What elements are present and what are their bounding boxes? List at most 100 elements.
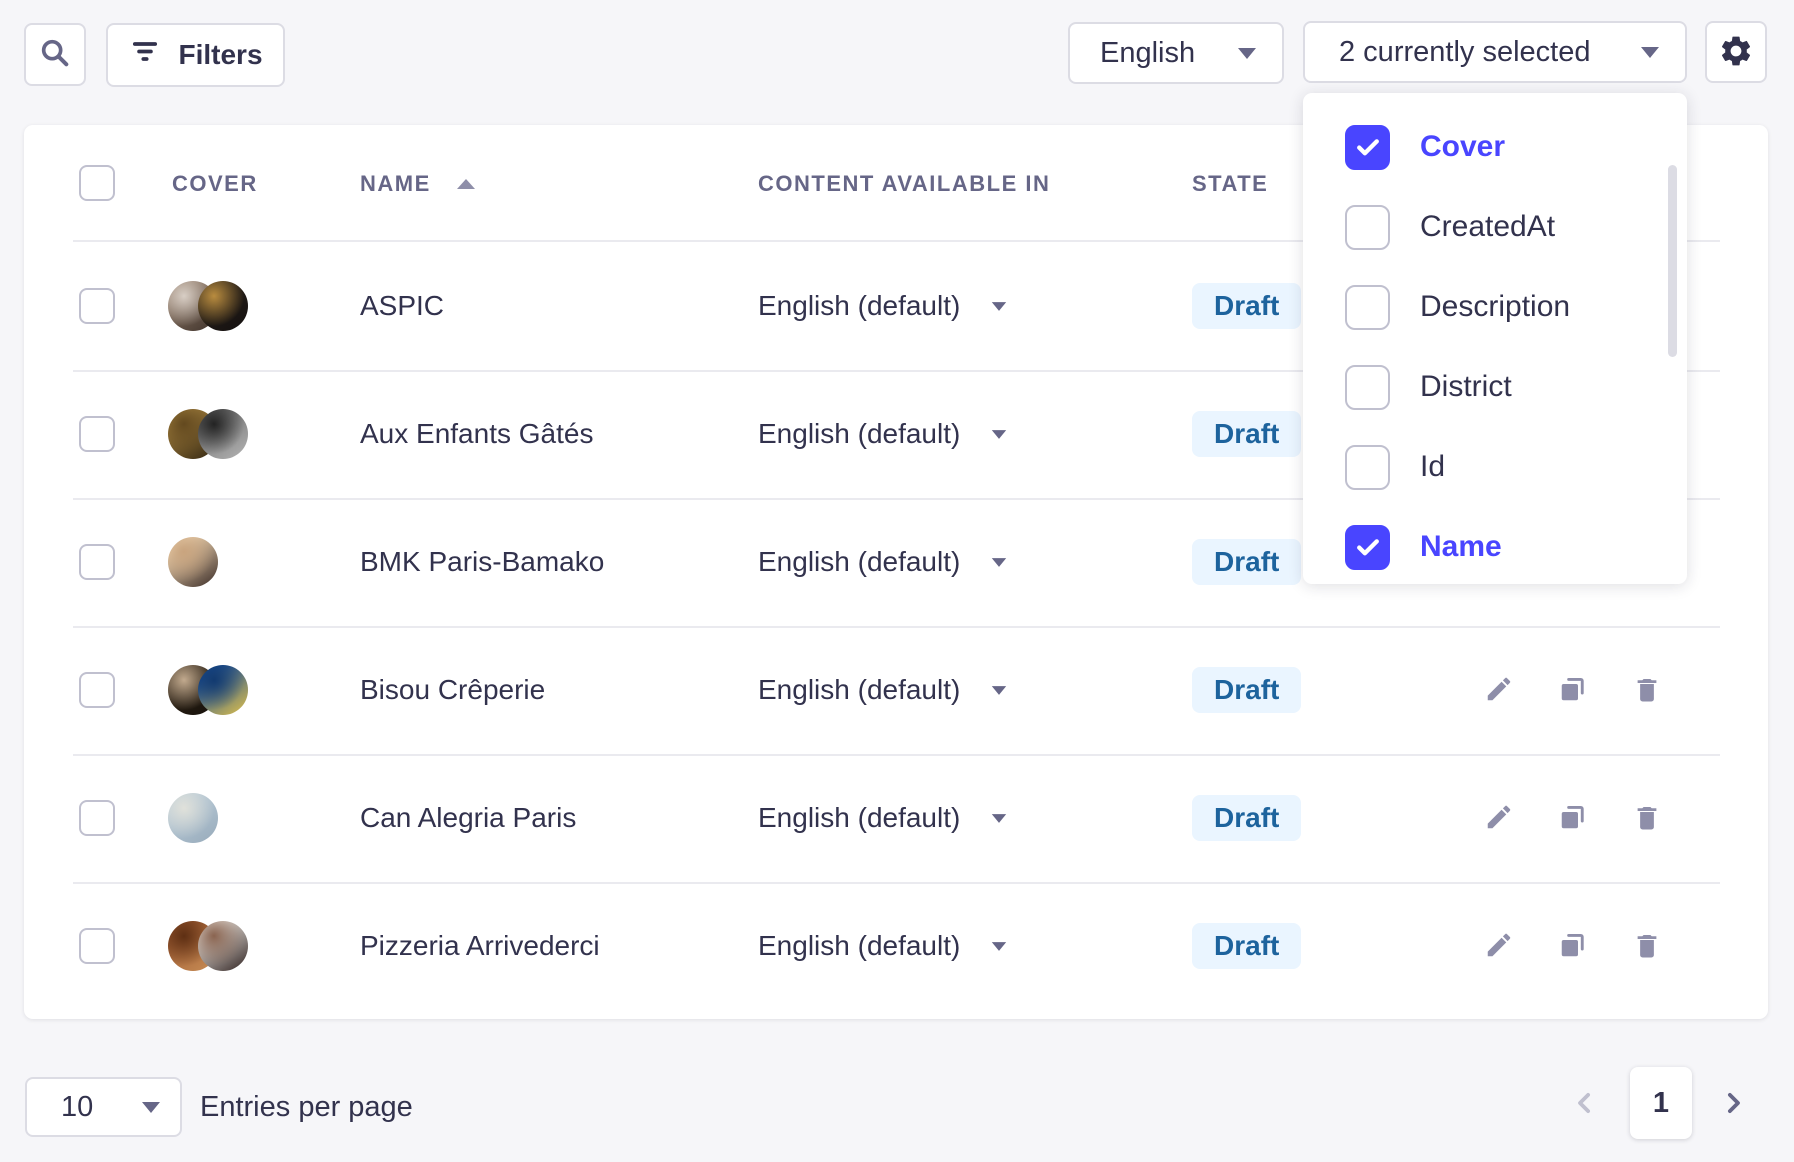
column-option-label: Cover: [1420, 130, 1505, 164]
table-row[interactable]: Bisou CrêperieEnglish (default)Draft: [24, 626, 1768, 754]
chevron-down-icon: [1641, 47, 1659, 58]
delete-button[interactable]: [1632, 930, 1662, 963]
row-checkbox[interactable]: [79, 928, 115, 964]
pagination-previous-button[interactable]: [1570, 1088, 1600, 1121]
filters-button[interactable]: Filters: [106, 23, 285, 87]
delete-button[interactable]: [1632, 674, 1662, 707]
column-option-label: Id: [1420, 450, 1445, 484]
state-badge: Draft: [1192, 283, 1301, 329]
column-option-label: Description: [1420, 290, 1570, 324]
column-header-cover[interactable]: COVER: [172, 125, 258, 242]
cover-avatar: [168, 793, 218, 843]
column-header-state[interactable]: STATE: [1192, 125, 1268, 242]
column-option-district[interactable]: District: [1303, 347, 1687, 427]
unchecked-checkbox[interactable]: [1345, 365, 1390, 410]
entry-name: ASPIC: [360, 242, 444, 370]
edit-button[interactable]: [1484, 930, 1514, 963]
locale-value: English (default): [758, 418, 960, 450]
column-option-label: CreatedAt: [1420, 210, 1555, 244]
column-option-label: Name: [1420, 530, 1502, 564]
locale-select[interactable]: English (default): [758, 626, 1008, 754]
state-badge: Draft: [1192, 923, 1301, 969]
sort-ascending-icon: [457, 179, 475, 189]
locale-select[interactable]: English (default): [758, 498, 1008, 626]
cover-avatar: [198, 665, 248, 715]
content-manager-page: Filters English 2 currently selected COV…: [0, 0, 1794, 1162]
duplicate-button[interactable]: [1558, 674, 1588, 707]
chevron-down-icon: [992, 942, 1006, 951]
row-checkbox[interactable]: [79, 544, 115, 580]
pagination-page-1[interactable]: 1: [1630, 1067, 1692, 1139]
locale-value: English (default): [758, 674, 960, 706]
row-checkbox[interactable]: [79, 800, 115, 836]
column-option-description[interactable]: Description: [1303, 267, 1687, 347]
locale-select[interactable]: English (default): [758, 882, 1008, 1010]
duplicate-button[interactable]: [1558, 802, 1588, 835]
search-button[interactable]: [24, 23, 86, 86]
row-checkbox[interactable]: [79, 288, 115, 324]
column-option-cover[interactable]: Cover: [1303, 107, 1687, 187]
locale-value: English (default): [758, 546, 960, 578]
entry-name: Pizzeria Arrivederci: [360, 882, 600, 1010]
dropdown-scrollbar[interactable]: [1668, 165, 1677, 357]
checked-checkbox[interactable]: [1345, 525, 1390, 570]
locale-select[interactable]: English (default): [758, 242, 1008, 370]
row-actions: [1484, 882, 1662, 1010]
cover-avatar: [198, 409, 248, 459]
page-size-select[interactable]: 10: [25, 1077, 182, 1137]
column-picker-value: 2 currently selected: [1339, 36, 1590, 69]
state-badge: Draft: [1192, 539, 1301, 585]
entry-name: Aux Enfants Gâtés: [360, 370, 593, 498]
delete-button[interactable]: [1632, 802, 1662, 835]
gear-icon: [1718, 33, 1754, 72]
row-actions: [1484, 754, 1662, 882]
chevron-left-icon: [1570, 1088, 1600, 1121]
pagination-next-button[interactable]: [1718, 1088, 1748, 1121]
column-picker-select[interactable]: 2 currently selected: [1303, 21, 1687, 83]
column-option-name[interactable]: Name: [1303, 507, 1687, 587]
table-row[interactable]: Can Alegria ParisEnglish (default)Draft: [24, 754, 1768, 882]
cover-avatar: [198, 921, 248, 971]
chevron-down-icon: [992, 558, 1006, 567]
chevron-down-icon: [992, 686, 1006, 695]
column-header-content-available-in[interactable]: CONTENT AVAILABLE IN: [758, 125, 1050, 242]
duplicate-icon: [1558, 674, 1588, 707]
row-checkbox[interactable]: [79, 416, 115, 452]
duplicate-button[interactable]: [1558, 930, 1588, 963]
filter-icon: [128, 35, 162, 76]
unchecked-checkbox[interactable]: [1345, 445, 1390, 490]
state-badge: Draft: [1192, 411, 1301, 457]
column-picker-dropdown: Cover CreatedAt Description District Id Name: [1303, 93, 1687, 584]
chevron-down-icon: [992, 302, 1006, 311]
checked-checkbox[interactable]: [1345, 125, 1390, 170]
chevron-right-icon: [1718, 1088, 1748, 1121]
locale-select[interactable]: English (default): [758, 754, 1008, 882]
search-icon: [38, 36, 72, 73]
select-all-checkbox[interactable]: [79, 165, 115, 201]
column-option-label: District: [1420, 370, 1512, 404]
column-option-createdat[interactable]: CreatedAt: [1303, 187, 1687, 267]
chevron-down-icon: [992, 814, 1006, 823]
cover-avatar: [168, 537, 218, 587]
row-checkbox[interactable]: [79, 672, 115, 708]
locale-value: English (default): [758, 290, 960, 322]
pencil-icon: [1484, 674, 1514, 707]
column-option-id[interactable]: Id: [1303, 427, 1687, 507]
trash-icon: [1632, 802, 1662, 835]
locale-select[interactable]: English (default): [758, 370, 1008, 498]
edit-button[interactable]: [1484, 674, 1514, 707]
edit-button[interactable]: [1484, 802, 1514, 835]
column-header-name[interactable]: NAME: [360, 125, 475, 242]
state-badge: Draft: [1192, 795, 1301, 841]
duplicate-icon: [1558, 930, 1588, 963]
table-row[interactable]: Pizzeria Arrivederci English (default) Dra…: [24, 882, 1768, 1010]
columns-dropdown-list: Cover CreatedAt Description District Id Name: [1303, 107, 1687, 587]
chevron-down-icon: [142, 1102, 160, 1113]
language-select[interactable]: English: [1068, 22, 1284, 84]
page-size-value: 10: [61, 1091, 93, 1124]
unchecked-checkbox[interactable]: [1345, 285, 1390, 330]
settings-button[interactable]: [1705, 21, 1767, 83]
entry-name: Bisou Crêperie: [360, 626, 545, 754]
entry-name: BMK Paris-Bamako: [360, 498, 604, 626]
unchecked-checkbox[interactable]: [1345, 205, 1390, 250]
